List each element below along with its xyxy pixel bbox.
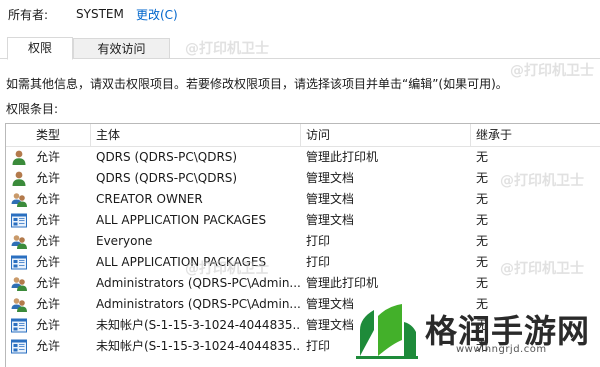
- info-text: 如需其他信息，请双击权限项目。若要修改权限项目，请选择该项目并单击“编辑”(如果…: [6, 77, 508, 91]
- cell-access: 管理文档: [306, 171, 355, 185]
- tab-effective-access[interactable]: 有效访问: [73, 38, 170, 59]
- cell-type: 允许: [36, 318, 61, 332]
- column-header-inherited[interactable]: 继承于: [476, 124, 556, 147]
- column-header-principal[interactable]: 主体: [96, 124, 296, 147]
- cell-access: 管理文档: [306, 192, 355, 206]
- column-divider[interactable]: [90, 124, 91, 147]
- cell-type: 允许: [36, 234, 61, 248]
- cell-principal: ALL APPLICATION PACKAGES: [96, 213, 267, 227]
- cell-type: 允许: [36, 213, 61, 227]
- watermark-text: @打印机卫士: [510, 63, 594, 79]
- column-divider[interactable]: [300, 124, 301, 147]
- table-header: 类型 主体 访问 继承于: [6, 124, 600, 147]
- cell-inherited: 无: [476, 150, 489, 164]
- group-icon: [11, 276, 27, 291]
- cell-principal: 未知帐户(S-1-15-3-1024-4044835...: [96, 339, 301, 353]
- group-icon: [11, 297, 27, 312]
- site-url: www.hngrjd.com: [456, 344, 547, 355]
- app-package-icon: [11, 339, 27, 354]
- owner-row: 所有者: SYSTEM 更改(C): [8, 5, 178, 23]
- cell-type: 允许: [36, 255, 61, 269]
- tab-strip: 有效访问 权限: [0, 37, 600, 60]
- table-row[interactable]: 允许 ALL APPLICATION PACKAGES 管理文档 无: [6, 210, 600, 231]
- column-divider[interactable]: [470, 124, 471, 147]
- cell-access: 打印: [306, 234, 331, 248]
- column-header-type[interactable]: 类型: [36, 124, 86, 147]
- cell-principal: QDRS (QDRS-PC\QDRS): [96, 171, 238, 185]
- user-icon: [11, 150, 27, 165]
- cell-inherited: 无: [476, 213, 489, 227]
- cell-type: 允许: [36, 339, 61, 353]
- cell-access: 管理此打印机: [306, 150, 379, 164]
- group-icon: [11, 192, 27, 207]
- watermark-text: @打印机卫士: [185, 41, 269, 57]
- cell-type: 允许: [36, 276, 61, 290]
- cell-type: 允许: [36, 150, 61, 164]
- cell-principal: 未知帐户(S-1-15-3-1024-4044835...: [96, 318, 301, 332]
- tab-permissions[interactable]: 权限: [7, 37, 73, 60]
- app-package-icon: [11, 255, 27, 270]
- site-logo-icon: [356, 304, 418, 359]
- group-icon: [11, 234, 27, 249]
- column-header-access[interactable]: 访问: [306, 124, 466, 147]
- table-row[interactable]: 允许 CREATOR OWNER 管理文档 无: [6, 189, 600, 210]
- app-package-icon: [11, 318, 27, 333]
- owner-label: 所有者:: [8, 7, 49, 22]
- change-owner-link[interactable]: 更改(C): [136, 6, 178, 23]
- permission-entries-label: 权限条目:: [6, 102, 59, 116]
- watermark-text: @打印机卫士: [185, 261, 269, 277]
- cell-type: 允许: [36, 192, 61, 206]
- table-row[interactable]: 允许 Everyone 打印 无: [6, 231, 600, 252]
- cell-principal: CREATOR OWNER: [96, 192, 203, 206]
- user-icon: [11, 171, 27, 186]
- watermark-text: @打印机卫士: [500, 173, 584, 189]
- watermark-text: @打印机卫士: [500, 261, 584, 277]
- cell-inherited: 无: [476, 234, 489, 248]
- cell-principal: Everyone: [96, 234, 153, 248]
- table-row[interactable]: 允许 QDRS (QDRS-PC\QDRS) 管理此打印机 无: [6, 147, 600, 168]
- cell-inherited: 无: [476, 192, 489, 206]
- owner-value: SYSTEM: [76, 7, 124, 21]
- cell-principal: Administrators (QDRS-PC\Admin...: [96, 297, 301, 311]
- app-package-icon: [11, 213, 27, 228]
- cell-access: 管理文档: [306, 213, 355, 227]
- cell-principal: QDRS (QDRS-PC\QDRS): [96, 150, 238, 164]
- cell-type: 允许: [36, 297, 61, 311]
- cell-type: 允许: [36, 171, 61, 185]
- cell-access: 打印: [306, 255, 331, 269]
- cell-access: 管理此打印机: [306, 276, 379, 290]
